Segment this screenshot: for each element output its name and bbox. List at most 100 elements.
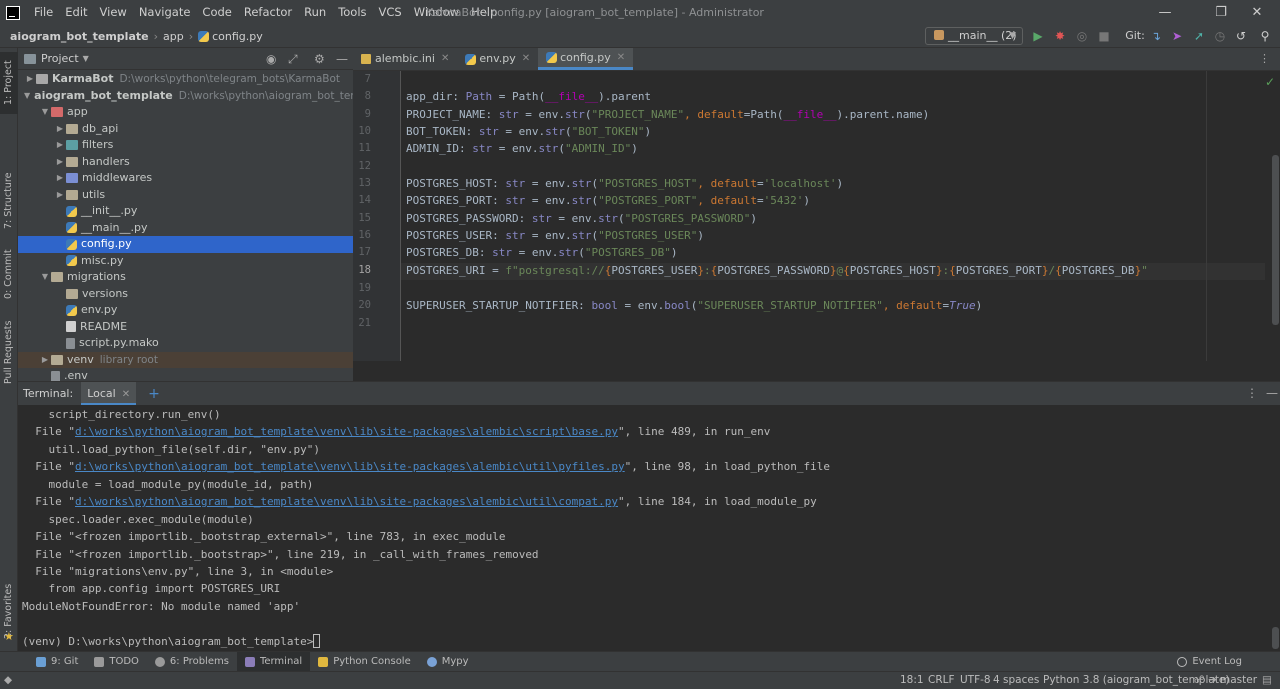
line-separator[interactable]: CRLF [928,672,955,689]
file-encoding[interactable]: UTF-8 [960,672,991,689]
tree-item[interactable]: script.py.mako [18,335,353,352]
tool-python-console[interactable]: Python Console [310,652,419,672]
editor-scrollbar[interactable] [1272,155,1279,325]
menu-edit[interactable]: Edit [59,0,93,25]
tree-item[interactable]: ▼ app [18,104,353,121]
code-token: { [949,264,956,277]
breadcrumb-folder[interactable]: app [163,30,184,43]
menu-vcs[interactable]: VCS [373,0,408,25]
git-push-icon[interactable]: ➚ [1192,29,1206,43]
menu-view[interactable]: View [94,0,133,25]
toggle-tool-windows-icon[interactable]: ◆ [4,672,12,689]
chevron-right-icon[interactable]: ▶ [24,71,36,88]
tree-item[interactable]: ▶ handlers [18,154,353,171]
menu-refactor[interactable]: Refactor [238,0,298,25]
menu-code[interactable]: Code [196,0,237,25]
run-icon[interactable]: ▶ [1031,29,1045,43]
favorites-star-icon[interactable]: ★ [4,630,14,643]
settings-gear-icon[interactable]: ⚙ [314,52,325,66]
tool-terminal[interactable]: Terminal [236,651,311,672]
breadcrumb-file[interactable]: config.py [212,30,263,43]
editor-tab-config-py[interactable]: config.py ✕ [538,47,634,70]
locate-icon[interactable]: ◉ [266,52,276,66]
tool-event-log[interactable]: Event Log [1169,652,1250,672]
menu-run[interactable]: Run [298,0,332,25]
git-commit-icon[interactable]: ➤ [1170,29,1184,43]
tree-item[interactable]: ▶ venv library root [18,351,353,369]
close-tab-icon[interactable]: ✕ [617,47,625,69]
menu-file[interactable]: File [28,0,59,25]
project-view-select[interactable]: Project [41,52,79,65]
history-icon[interactable]: ◷ [1213,29,1227,43]
hide-panel-icon[interactable]: — [336,52,348,66]
tool-todo[interactable]: TODO [86,652,147,672]
terminal-output[interactable] [18,405,1280,651]
chevron-down-icon[interactable]: ▼ [39,104,51,121]
memory-indicator-icon[interactable]: ▤ [1262,672,1272,689]
hide-terminal-icon[interactable]: — [1266,386,1278,400]
chevron-right-icon[interactable]: ▶ [54,137,66,154]
indent-setting[interactable]: 4 spaces [993,672,1039,689]
chevron-right-icon[interactable]: ▶ [54,170,66,187]
tree-item[interactable]: ▶ filters [18,137,353,154]
tree-item[interactable]: ▼ migrations [18,269,353,286]
terminal-label: Terminal: [23,387,74,400]
git-branch[interactable]: master [1220,672,1257,689]
chevron-down-icon[interactable]: ▼ [24,88,30,105]
lock-icon[interactable]: ☍ [1194,672,1205,689]
run-configuration-select[interactable]: __main__ (2) ▼ [925,27,1023,45]
terminal-file-link[interactable]: d:\works\python\aiogram_bot_template\ven… [75,495,618,508]
terminal-file-link[interactable]: d:\works\python\aiogram_bot_template\ven… [75,460,625,473]
tool-tab-project[interactable]: 1: Project [0,52,18,114]
close-tab-icon[interactable]: ✕ [522,48,530,70]
terminal-scrollbar[interactable] [1272,627,1279,649]
rollback-icon[interactable]: ↺ [1234,29,1248,43]
minimize-icon[interactable]: — [1142,0,1188,25]
code-token: PROJECT_NAME: [406,108,499,121]
more-options-icon[interactable]: ⋮ [1246,386,1258,400]
tree-item[interactable]: ▼ aiogram_bot_template D:\works\python\aio… [18,88,387,105]
chevron-right-icon[interactable]: ▶ [54,121,66,138]
new-terminal-icon[interactable]: + [148,386,160,402]
terminal-file-link[interactable]: d:\works\python\aiogram_bot_template\ven… [75,425,618,438]
close-tab-icon[interactable]: ✕ [441,48,449,70]
tree-item[interactable]: ▶ KarmaBot D:\works\python\telegram_bots\K… [18,71,353,88]
tool-git[interactable]: 9: Git [28,652,86,672]
stop-icon[interactable]: ■ [1097,29,1111,43]
tree-item[interactable]: config.py [18,236,353,253]
tree-item[interactable]: env.py [18,302,353,319]
debug-icon[interactable]: ✸ [1053,29,1067,43]
tool-mypy[interactable]: Mypy [419,652,477,672]
editor-tab-env-py[interactable]: env.py ✕ [457,48,538,70]
tool-tab-structure[interactable]: 7: Structure [0,168,18,234]
git-update-icon[interactable]: ↴ [1149,29,1163,43]
tool-tab-pull-requests[interactable]: Pull Requests [0,316,18,388]
more-tabs-icon[interactable]: ⋮ [1259,48,1270,70]
tree-item[interactable]: ▶ db_api [18,121,353,138]
tool-problems[interactable]: 6: Problems [147,652,237,672]
menu-tools[interactable]: Tools [332,0,372,25]
tree-item[interactable]: __main__.py [18,220,353,237]
breadcrumb-project[interactable]: aiogram_bot_template [10,30,149,43]
tree-item[interactable]: README [18,319,353,336]
terminal-tab-local[interactable]: Local ✕ [81,381,137,406]
tree-item[interactable]: __init__.py [18,203,353,220]
chevron-right-icon[interactable]: ▶ [54,154,66,171]
menu-navigate[interactable]: Navigate [133,0,197,25]
close-window-icon[interactable]: ✕ [1234,0,1280,25]
caret-position[interactable]: 18:1 [900,672,924,689]
editor-tab-alembic-ini[interactable]: alembic.ini ✕ [353,48,457,70]
close-tab-icon[interactable]: ✕ [122,389,130,400]
chevron-down-icon[interactable]: ▼ [39,269,51,286]
collapse-all-icon[interactable]: ⤢ [288,52,298,67]
tool-tab-commit[interactable]: 0: Commit [0,246,18,302]
search-everywhere-icon[interactable]: ⚲ [1258,29,1272,43]
chevron-right-icon[interactable]: ▶ [39,352,51,369]
tree-item[interactable]: ▶ middlewares [18,170,353,187]
inspection-ok-icon[interactable]: ✓ [1265,75,1275,89]
coverage-icon[interactable]: ◎ [1075,29,1089,43]
chevron-right-icon[interactable]: ▶ [54,187,66,204]
tree-item[interactable]: ▶ utils [18,187,353,204]
tree-item[interactable]: versions [18,286,353,303]
tree-item[interactable]: misc.py [18,253,353,270]
